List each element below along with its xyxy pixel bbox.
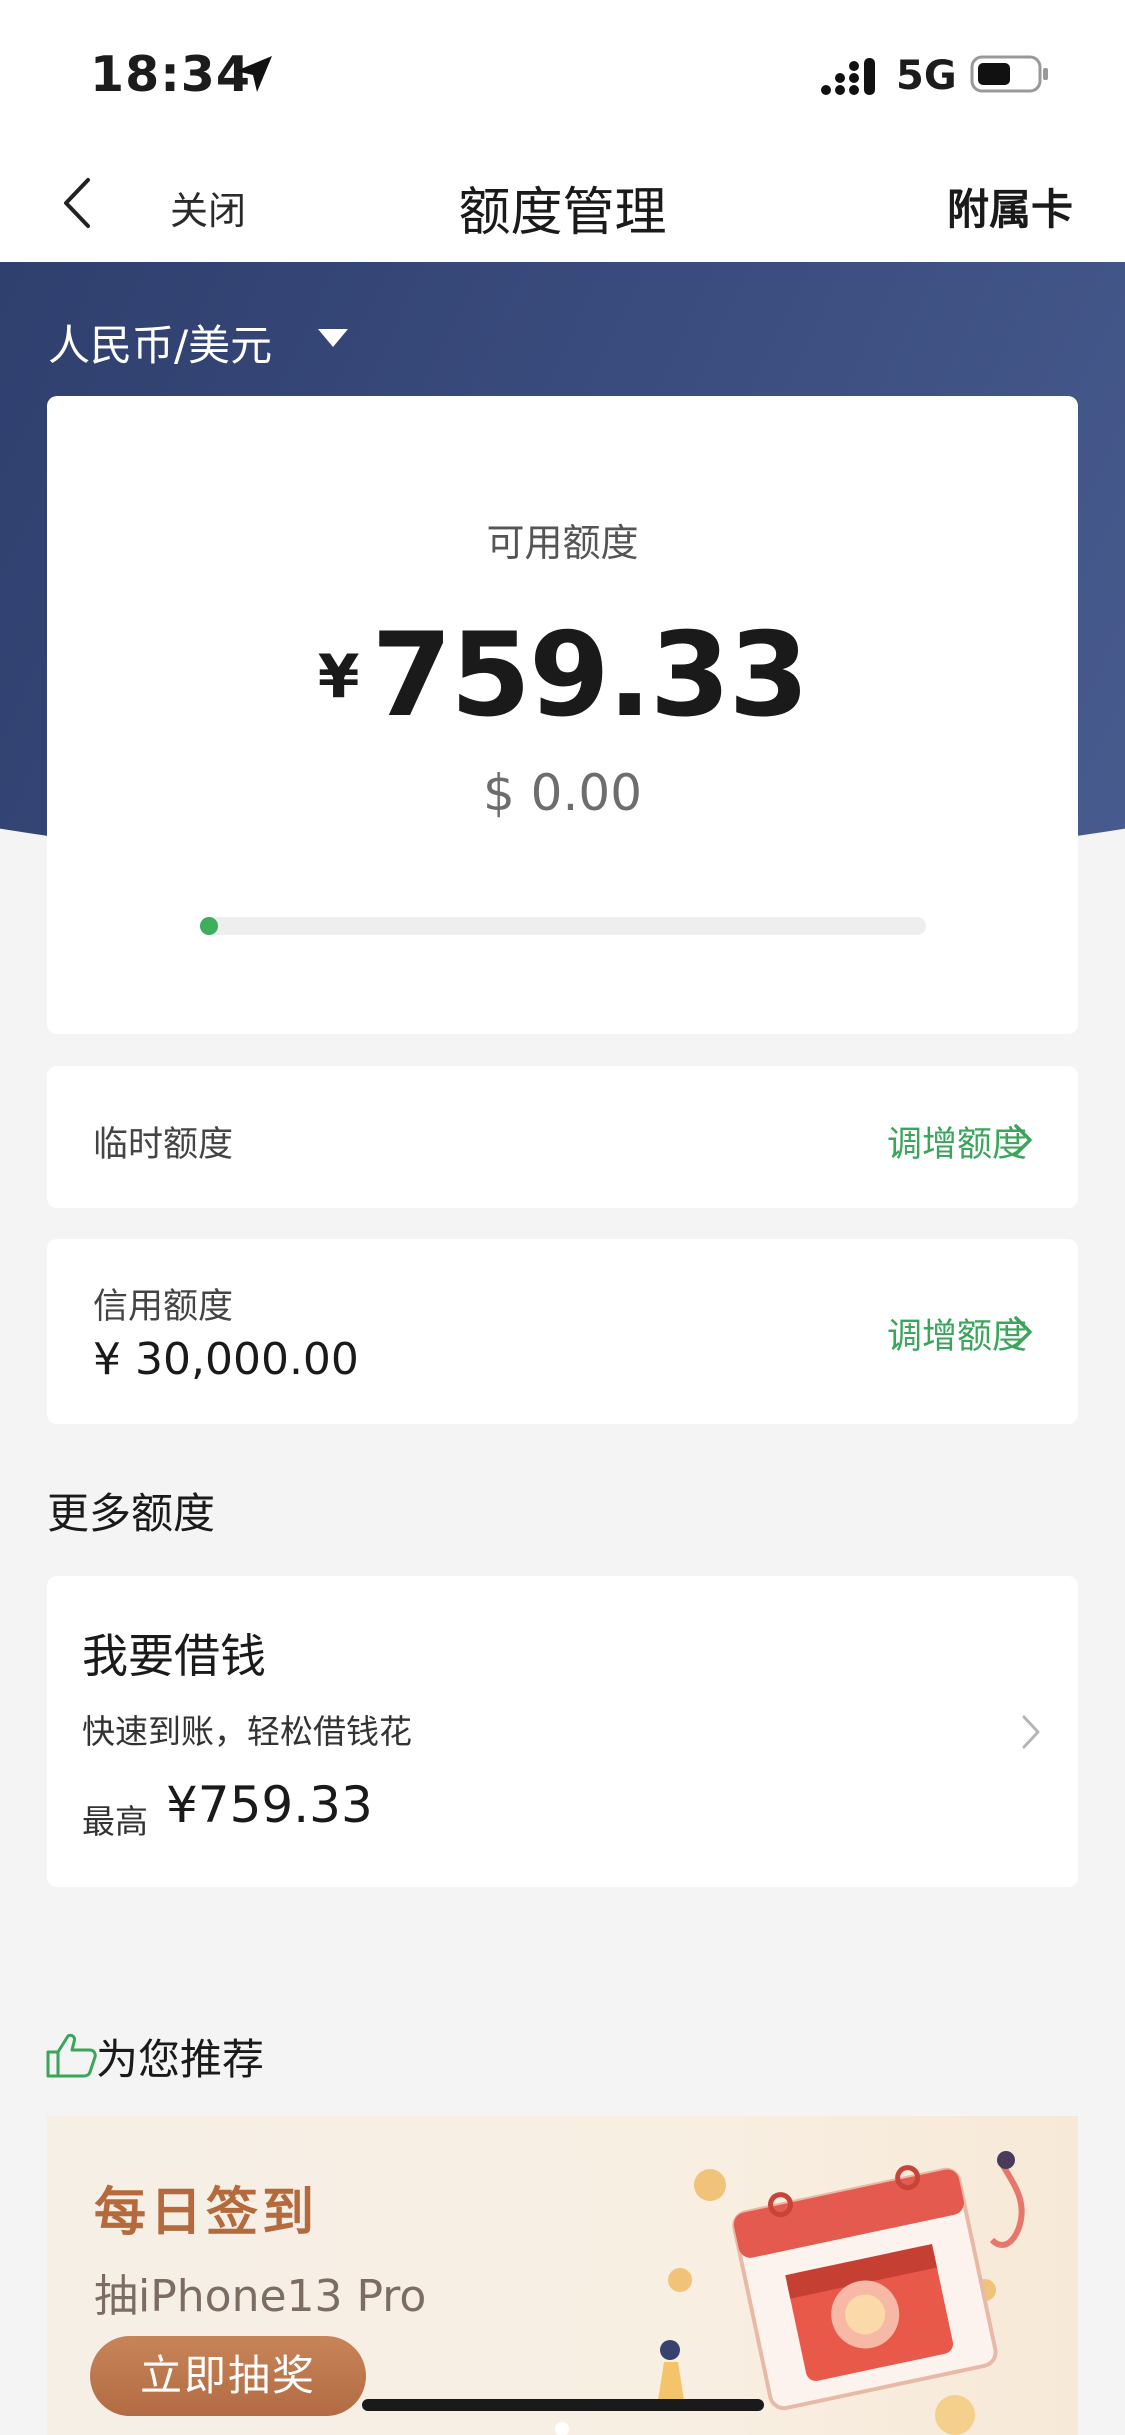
available-limit-label: 可用额度: [486, 521, 639, 565]
usd-amount: $ 0.00: [482, 764, 643, 822]
credit-limit-value: ¥ 30,000.00: [93, 1334, 359, 1385]
more-limits-title: 更多额度: [47, 1489, 216, 1538]
page-dot: [555, 2422, 569, 2435]
loan-max-value: ¥759.33: [166, 1776, 373, 1834]
draw-now-button[interactable]: 立即抽奖: [90, 2336, 366, 2416]
loan-subtitle: 快速到账，轻松借钱花: [82, 1712, 412, 1751]
available-amount: ¥759.33: [47, 608, 1078, 743]
supplementary-card-link[interactable]: 附属卡: [947, 176, 1073, 237]
chevron-right-icon[interactable]: [1012, 1314, 1034, 1350]
temp-limit-label: 临时额度: [93, 1125, 234, 1165]
banner-title: 每日签到: [94, 2183, 319, 2243]
signal-icon: [821, 58, 875, 95]
network-type: 5G: [896, 53, 957, 99]
caret-down-icon[interactable]: [316, 327, 350, 349]
calendar-gift-illustration: [658, 2151, 1025, 2435]
credit-increase-link[interactable]: 调增额度: [887, 1308, 1027, 1359]
chevron-right-icon[interactable]: [1012, 1122, 1034, 1158]
battery-icon: [970, 55, 1048, 93]
available-amount-value: 759.33: [371, 608, 810, 743]
home-indicator: [362, 2399, 764, 2411]
currency-selector[interactable]: 人民币/美元: [48, 312, 272, 373]
location-arrow-icon: [236, 56, 272, 92]
loan-title: 我要借钱: [82, 1629, 266, 1683]
recommend-title: 为您推荐: [96, 2035, 265, 2084]
limit-progress-track: [200, 917, 926, 935]
temp-increase-link[interactable]: 调增额度: [887, 1116, 1027, 1167]
banner-subtitle: 抽iPhone13 Pro: [94, 2271, 427, 2322]
limit-progress-fill: [200, 917, 218, 935]
status-time: 18:34: [90, 46, 251, 103]
credit-limit-label: 信用额度: [93, 1287, 234, 1327]
thumbs-up-icon: [46, 2033, 97, 2078]
chevron-right-icon[interactable]: [1020, 1713, 1042, 1751]
loan-max-label: 最高: [82, 1802, 148, 1841]
currency-symbol: ¥: [317, 642, 360, 712]
